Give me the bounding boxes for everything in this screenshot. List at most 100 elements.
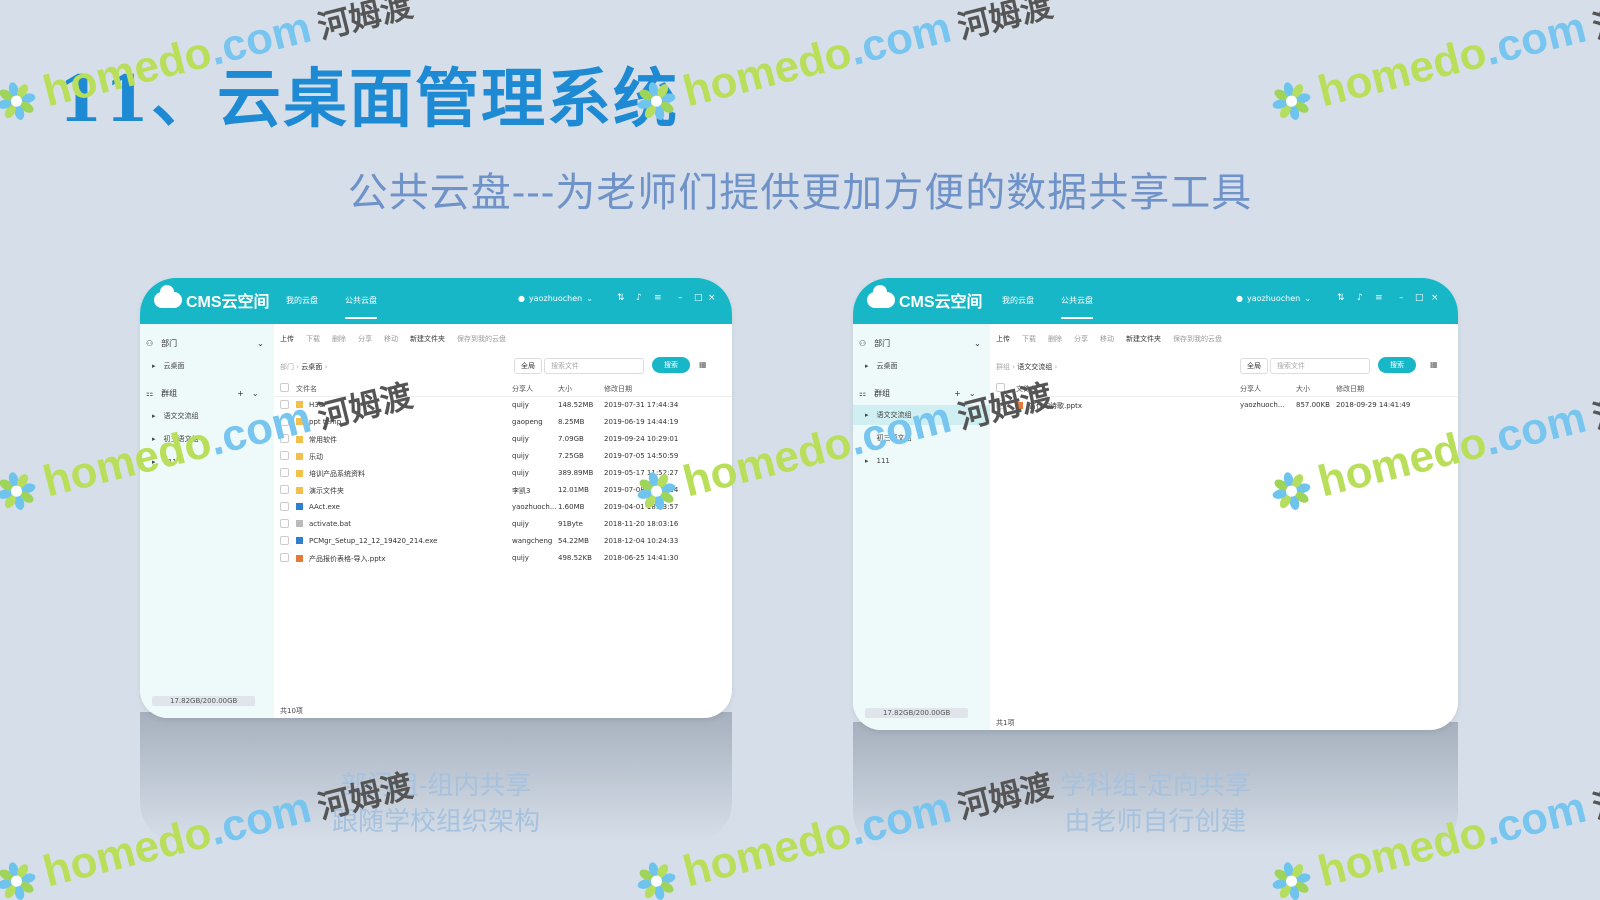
sidebar-group-header[interactable]: ⚏ 群组 + ⌄ (859, 388, 976, 399)
download-button[interactable]: 下载 (306, 334, 320, 344)
sidebar-group-header[interactable]: ⚏ 群组 + ⌄ (146, 388, 259, 399)
menu-icon[interactable]: ≡ (654, 293, 662, 303)
file-size-cell: 91Byte (558, 520, 583, 528)
row-checkbox[interactable] (280, 553, 289, 562)
upload-button[interactable]: 上传 (280, 334, 294, 344)
col-size[interactable]: 大小 (1296, 384, 1310, 394)
row-checkbox[interactable] (280, 400, 289, 409)
menu-icon[interactable]: ≡ (1375, 293, 1383, 303)
search-input[interactable]: 搜索文件 (544, 358, 644, 374)
table-row[interactable]: 常用软件 quijy 7.09GB 2019-09-24 10:29:01 (274, 431, 732, 448)
row-checkbox[interactable] (280, 468, 289, 477)
table-row[interactable]: 乐动 quijy 7.25GB 2019-07-05 14:50:59 (274, 448, 732, 465)
row-checkbox[interactable] (280, 502, 289, 511)
col-sharer[interactable]: 分享人 (1240, 384, 1261, 394)
col-sharer[interactable]: 分享人 (512, 384, 533, 394)
maximize-icon[interactable]: □ (694, 293, 703, 303)
sidebar-item-desktop[interactable]: ▸ 云桌面 (152, 356, 185, 376)
watermark: homedo.com河姆渡 (628, 0, 1057, 130)
tab-public-cloud[interactable]: 公共云盘 (345, 295, 377, 319)
bell-icon[interactable]: ♪ (1357, 293, 1363, 303)
watermark-text-2: .com (1479, 392, 1591, 466)
bell-icon[interactable]: ♪ (636, 293, 642, 303)
table-row[interactable]: 古代的诗歌.pptx yaozhuoch... 857.00KB 2018-09-29… (990, 397, 1458, 414)
search-button[interactable]: 搜索 (652, 357, 690, 373)
save-to-my-cloud-button[interactable]: 保存到我的云盘 (1173, 334, 1222, 344)
table-row[interactable]: 产品报价表格-导入.pptx quijy 498.52KB 2018-06-25 14… (274, 550, 732, 567)
table-row[interactable]: H3C quijy 148.52MB 2019-07-31 17:44:34 (274, 397, 732, 414)
table-row[interactable]: 演示文件夹 李凯3 12.01MB 2019-07-08 16:09:14 (274, 482, 732, 499)
file-sharer-cell: wangcheng (512, 537, 553, 545)
breadcrumb-root[interactable]: 群组 (996, 363, 1010, 371)
user-menu[interactable]: ● yaozhuochen ⌄ (1236, 294, 1311, 303)
row-checkbox[interactable] (280, 434, 289, 443)
maximize-icon[interactable]: □ (1415, 293, 1424, 303)
sidebar-item-group-1[interactable]: ▸ 语文交流组 (853, 405, 990, 425)
col-modified[interactable]: 修改日期 (604, 384, 632, 394)
row-checkbox[interactable] (280, 536, 289, 545)
tab-public-cloud[interactable]: 公共云盘 (1061, 295, 1093, 319)
cloud-logo-icon (867, 285, 895, 308)
sidebar-item-group-3[interactable]: ▸ 111 (152, 452, 177, 472)
delete-button[interactable]: 删除 (1048, 334, 1062, 344)
sidebar-item-group-3[interactable]: ▸ 111 (865, 451, 890, 471)
grid-view-icon[interactable]: ▦ (1430, 360, 1438, 369)
add-icon[interactable]: + (237, 389, 244, 398)
scope-select[interactable]: 全局 (1240, 358, 1268, 374)
sidebar-dept-header[interactable]: ⚇ 部门 ⌄ (146, 338, 264, 349)
user-icon: ● (518, 294, 525, 303)
breadcrumb-root[interactable]: 部门 (280, 363, 294, 371)
new-folder-button[interactable]: 新建文件夹 (1126, 334, 1161, 344)
search-input[interactable]: 搜索文件 (1270, 358, 1370, 374)
tab-my-cloud[interactable]: 我的云盘 (286, 295, 318, 306)
save-to-my-cloud-button[interactable]: 保存到我的云盘 (457, 334, 506, 344)
move-button[interactable]: 移动 (1100, 334, 1114, 344)
sidebar-item-group-2[interactable]: ▸ 初三语文组 (152, 429, 199, 449)
select-all-checkbox[interactable] (996, 383, 1005, 392)
file-sharer-cell: quijy (512, 401, 529, 409)
col-filename[interactable]: 文件名 (1016, 384, 1037, 394)
row-checkbox[interactable] (280, 451, 289, 460)
row-checkbox[interactable] (280, 417, 289, 426)
new-folder-button[interactable]: 新建文件夹 (410, 334, 445, 344)
table-row[interactable]: 培训产品系统资料 quijy 389.89MB 2019-05-17 11:52:27 (274, 465, 732, 482)
slide-title: 11、云桌面管理系统 (58, 62, 680, 137)
sidebar-dept-header[interactable]: ⚇ 部门 ⌄ (859, 338, 981, 349)
col-size[interactable]: 大小 (558, 384, 572, 394)
sidebar-item-group-1[interactable]: ▸ 语文交流组 (152, 406, 199, 426)
table-row[interactable]: ppt temp gaopeng 8.25MB 2019-06-19 14:44:19 (274, 414, 732, 431)
minimize-icon[interactable]: – (678, 293, 683, 303)
share-button[interactable]: 分享 (1074, 334, 1088, 344)
tab-my-cloud[interactable]: 我的云盘 (1002, 295, 1034, 306)
select-all-checkbox[interactable] (280, 383, 289, 392)
transfer-icon[interactable]: ⇅ (1337, 293, 1345, 303)
file-icon (296, 503, 303, 510)
close-icon[interactable]: × (1431, 293, 1439, 303)
row-checkbox[interactable] (996, 400, 1005, 409)
sidebar-item-desktop[interactable]: ▸ 云桌面 (865, 356, 898, 376)
breadcrumb: 部门 › 云桌面 › (280, 363, 328, 371)
col-filename[interactable]: 文件名 (296, 384, 317, 394)
delete-button[interactable]: 删除 (332, 334, 346, 344)
sidebar-item-group-2[interactable]: ▸ 初三语文组 (865, 428, 912, 448)
table-row[interactable]: AAct.exe yaozhuoch... 1.60MB 2019-04-01 18:… (274, 499, 732, 516)
minimize-icon[interactable]: – (1399, 293, 1404, 303)
row-checkbox[interactable] (280, 519, 289, 528)
upload-button[interactable]: 上传 (996, 334, 1010, 344)
transfer-icon[interactable]: ⇅ (617, 293, 625, 303)
close-icon[interactable]: × (708, 293, 716, 303)
move-button[interactable]: 移动 (384, 334, 398, 344)
col-modified[interactable]: 修改日期 (1336, 384, 1364, 394)
scope-select[interactable]: 全局 (514, 358, 542, 374)
table-row[interactable]: activate.bat quijy 91Byte 2018-11-20 18:03:… (274, 516, 732, 533)
search-button[interactable]: 搜索 (1378, 357, 1416, 373)
user-menu[interactable]: ● yaozhuochen ⌄ (518, 294, 593, 303)
sidebar-item-label: 初三语文组 (163, 435, 199, 443)
download-button[interactable]: 下载 (1022, 334, 1036, 344)
grid-view-icon[interactable]: ▦ (699, 360, 707, 369)
row-checkbox[interactable] (280, 485, 289, 494)
caret-right-icon: ▸ (152, 362, 156, 370)
share-button[interactable]: 分享 (358, 334, 372, 344)
table-row[interactable]: PCMgr_Setup_12_12_19420_214.exe wangcheng… (274, 533, 732, 550)
add-icon[interactable]: + (954, 389, 961, 398)
